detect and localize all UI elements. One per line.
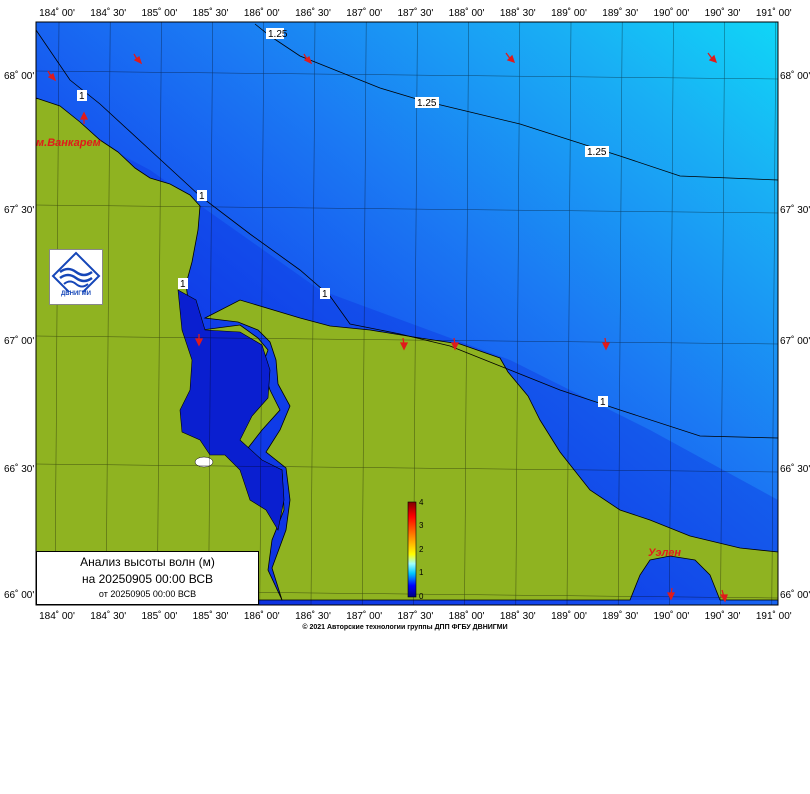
longitude-tick-label: 187˚ 00' — [346, 7, 382, 19]
longitude-tick-label: 190˚ 30' — [705, 7, 741, 19]
colorbar-tick: 0 — [419, 592, 424, 601]
longitude-tick-label: 190˚ 30' — [705, 610, 741, 622]
longitude-tick-label: 189˚ 30' — [602, 7, 638, 19]
contour-label: 1.25 — [417, 98, 437, 109]
colorbar-gradient — [407, 501, 417, 598]
contour-label: 1.25 — [268, 29, 288, 40]
latitude-tick-label: 67˚ 00' — [780, 335, 810, 347]
longitude-tick-label: 188˚ 30' — [500, 610, 536, 622]
longitude-tick-label: 187˚ 30' — [397, 610, 433, 622]
contour-label: 1 — [600, 397, 606, 408]
longitude-tick-label: 188˚ 00' — [449, 610, 485, 622]
longitude-tick-label: 185˚ 30' — [193, 610, 229, 622]
longitude-tick-label: 188˚ 30' — [500, 7, 536, 19]
longitude-tick-label: 191˚ 00' — [756, 7, 792, 19]
wave-height-map: 1.25 1.25 1.25 1 1 1 1 1 м.Ванкарем Уэле… — [4, 7, 810, 631]
longitude-tick-label: 186˚ 30' — [295, 610, 331, 622]
contour-label: 1.25 — [587, 147, 607, 158]
latitude-tick-label: 66˚ 30' — [4, 463, 34, 475]
longitude-tick-label: 185˚ 30' — [193, 7, 229, 19]
map-area — [35, 22, 779, 605]
latitude-tick-label: 67˚ 30' — [4, 204, 34, 216]
analysis-title-text: Анализ высоты волн (м) — [80, 555, 215, 569]
longitude-tick-label: 184˚ 00' — [39, 610, 75, 622]
longitude-tick-label: 186˚ 00' — [244, 610, 280, 622]
longitude-tick-label: 191˚ 00' — [756, 610, 792, 622]
contour-label: 1 — [180, 279, 186, 290]
latitude-tick-label: 68˚ 00' — [4, 70, 34, 82]
contour-label: 1 — [79, 91, 85, 102]
longitude-tick-label: 187˚ 30' — [397, 7, 433, 19]
longitude-tick-label: 185˚ 00' — [141, 7, 177, 19]
latitude-tick-label: 66˚ 00' — [4, 589, 34, 601]
latitude-tick-label: 67˚ 00' — [4, 335, 34, 347]
latitude-tick-label: 66˚ 30' — [780, 463, 810, 475]
latitude-tick-label: 67˚ 30' — [780, 204, 810, 216]
dvnigmi-wave-logo-icon — [51, 251, 101, 301]
latitude-tick-label: 68˚ 00' — [780, 70, 810, 82]
analysis-date-text: на 20250905 00:00 ВСВ — [82, 572, 213, 586]
longitude-tick-label: 184˚ 30' — [90, 610, 126, 622]
logo-text: ДВНИГМИ — [61, 291, 91, 297]
analysis-from-text: от 20250905 00:00 ВСВ — [98, 589, 197, 599]
colorbar-tick: 1 — [419, 568, 424, 577]
longitude-tick-label: 184˚ 00' — [39, 7, 75, 19]
analysis-caption-fit: Анализ высоты волн (м) на 20250905 00:00… — [36, 551, 259, 605]
colorbar-tick: 3 — [419, 521, 424, 530]
colorbar-tick: 2 — [419, 545, 424, 554]
longitude-tick-label: 186˚ 30' — [295, 7, 331, 19]
longitude-tick-label: 188˚ 00' — [449, 7, 485, 19]
longitude-tick-label: 190˚ 00' — [653, 7, 689, 19]
longitude-tick-label: 185˚ 00' — [141, 610, 177, 622]
longitude-tick-label: 184˚ 30' — [90, 7, 126, 19]
copyright-text: © 2021 Авторские технологии группы ДПП Ф… — [302, 623, 507, 631]
contour-label: 1 — [199, 191, 205, 202]
logo: ДВНИГМИ — [49, 249, 103, 305]
contour-label: 1 — [322, 289, 328, 300]
longitude-tick-label: 189˚ 30' — [602, 610, 638, 622]
place-label-uelen: Уэлен — [648, 547, 681, 559]
place-label-vankarem: м.Ванкарем — [36, 137, 101, 149]
wave-analysis-panel — [36, 688, 258, 794]
latitude-tick-label: 66˚ 00' — [780, 589, 810, 601]
colorbar-tick: 4 — [419, 498, 424, 507]
longitude-tick-label: 189˚ 00' — [551, 610, 587, 622]
longitude-tick-label: 189˚ 00' — [551, 7, 587, 19]
longitude-tick-label: 190˚ 00' — [653, 610, 689, 622]
longitude-tick-label: 187˚ 00' — [346, 610, 382, 622]
longitude-tick-label: 186˚ 00' — [244, 7, 280, 19]
